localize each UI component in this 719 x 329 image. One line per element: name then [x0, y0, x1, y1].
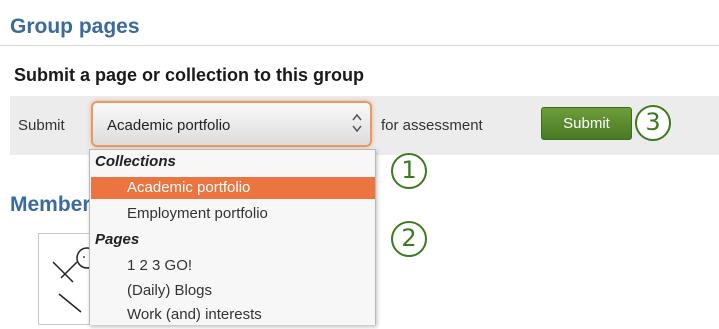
callout-1: 1 — [391, 153, 427, 189]
callout-2: 2 — [391, 221, 427, 257]
option-page-daily-blogs[interactable]: (Daily) Blogs — [127, 282, 212, 300]
option-academic-portfolio[interactable]: Academic portfolio — [127, 179, 250, 197]
option-employment-portfolio[interactable]: Employment portfolio — [127, 205, 268, 223]
submit-button[interactable]: Submit — [541, 107, 632, 140]
submit-section-heading: Submit a page or collection to this grou… — [14, 65, 365, 85]
callout-3: 3 — [635, 105, 671, 141]
submit-prefix-label: Submit — [18, 117, 65, 134]
select-arrows-icon[interactable] — [350, 110, 364, 136]
option-page-1-2-3-go[interactable]: 1 2 3 GO! — [127, 257, 192, 275]
title-divider — [0, 45, 719, 46]
select-current-value[interactable]: Academic portfolio — [107, 117, 230, 135]
option-page-work-interests[interactable]: Work (and) interests — [127, 306, 262, 324]
optgroup-collections: Collections — [95, 153, 176, 170]
submit-suffix-label: for assessment — [381, 117, 483, 134]
page-title: Group pages — [10, 15, 140, 38]
optgroup-pages: Pages — [95, 231, 140, 248]
